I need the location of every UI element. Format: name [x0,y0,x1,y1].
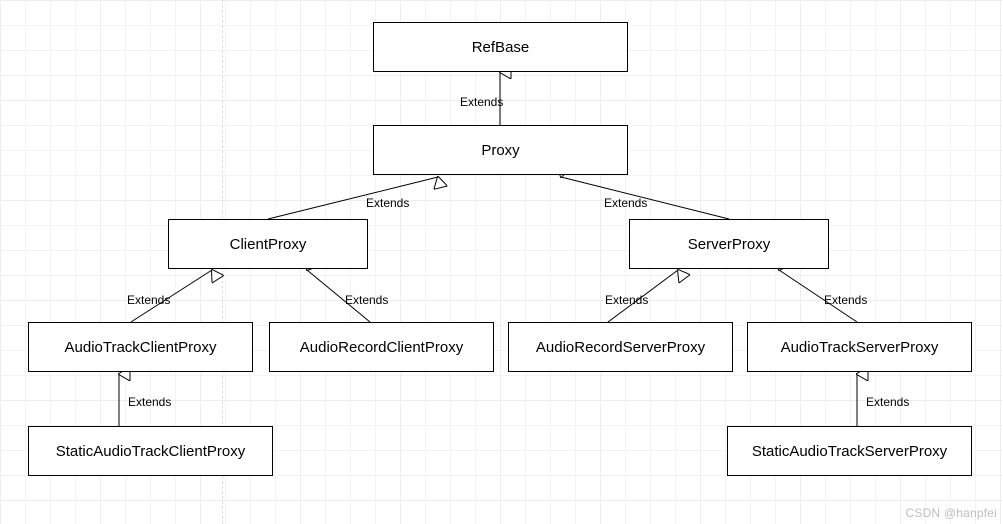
class-label: StaticAudioTrackClientProxy [56,443,246,460]
class-StaticAudioTrackServerProxy[interactable]: StaticAudioTrackServerProxy [727,426,972,476]
class-label: Proxy [481,142,519,159]
edge-label: Extends [128,395,171,409]
class-AudioTrackClientProxy[interactable]: AudioTrackClientProxy [28,322,253,372]
class-label: AudioRecordClientProxy [300,339,463,356]
class-RefBase[interactable]: RefBase [373,22,628,72]
edge-label: Extends [604,196,647,210]
edge-label: Extends [127,293,170,307]
class-ClientProxy[interactable]: ClientProxy [168,219,368,269]
class-label: RefBase [472,39,530,56]
edge-label: Extends [345,293,388,307]
class-label: StaticAudioTrackServerProxy [752,443,947,460]
class-label: ClientProxy [230,236,307,253]
class-label: AudioTrackClientProxy [65,339,217,356]
class-AudioRecordServerProxy[interactable]: AudioRecordServerProxy [508,322,733,372]
edge-label: Extends [366,196,409,210]
edge-label: Extends [866,395,909,409]
class-ServerProxy[interactable]: ServerProxy [629,219,829,269]
class-Proxy[interactable]: Proxy [373,125,628,175]
edge-label: Extends [605,293,648,307]
class-AudioTrackServerProxy[interactable]: AudioTrackServerProxy [747,322,972,372]
edge-label: Extends [824,293,867,307]
class-StaticAudioTrackClientProxy[interactable]: StaticAudioTrackClientProxy [28,426,273,476]
watermark: CSDN @hanpfei [906,506,998,520]
class-label: ServerProxy [688,236,771,253]
class-label: AudioRecordServerProxy [536,339,705,356]
class-label: AudioTrackServerProxy [781,339,939,356]
edge-label: Extends [460,95,503,109]
class-AudioRecordClientProxy[interactable]: AudioRecordClientProxy [269,322,494,372]
